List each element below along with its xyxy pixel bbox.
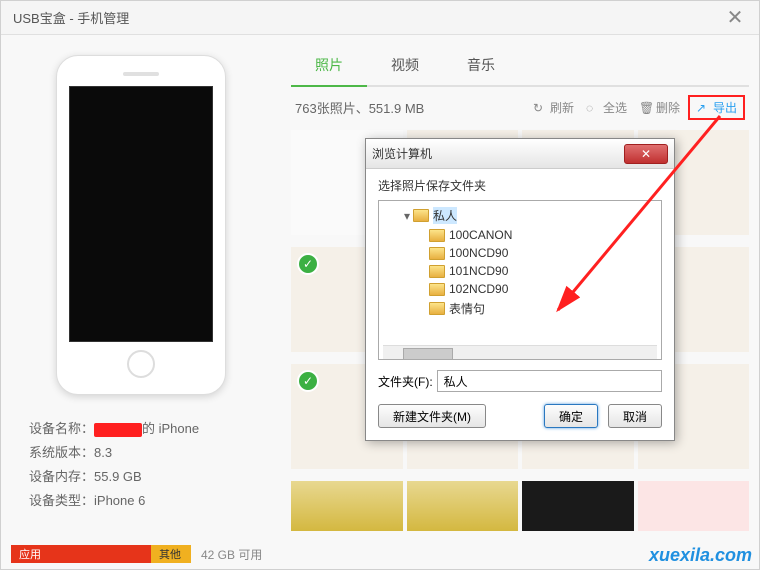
tree-hscroll[interactable] — [383, 345, 657, 360]
ok-button[interactable]: 确定 — [544, 404, 598, 428]
photo-thumb[interactable] — [291, 481, 403, 531]
tree-item[interactable]: 102NCD90 — [383, 280, 657, 298]
browse-dialog: 浏览计算机 ✕ 选择照片保存文件夹 ▾私人 100CANON 100NCD90 … — [365, 138, 675, 441]
phone-image — [56, 55, 226, 395]
folder-icon — [429, 302, 445, 315]
folder-input[interactable] — [437, 370, 662, 392]
check-icon: ✓ — [297, 253, 319, 275]
export-button[interactable]: ↗导出 — [688, 95, 745, 120]
folder-icon — [429, 265, 445, 278]
folder-tree: ▾私人 100CANON 100NCD90 101NCD90 102NCD90 … — [378, 200, 662, 360]
watermark: xuexila.com — [649, 545, 752, 566]
cancel-button[interactable]: 取消 — [608, 404, 662, 428]
select-all-button[interactable]: ◌全选 — [582, 97, 631, 118]
dialog-close-button[interactable]: ✕ — [624, 144, 668, 164]
tree-item[interactable]: 101NCD90 — [383, 262, 657, 280]
tree-item[interactable]: 100NCD90 — [383, 244, 657, 262]
device-os-row: 系统版本：8.3 — [29, 441, 253, 465]
toolbar: 763张照片、551.9 MB ↻刷新 ◌全选 🗑删除 ↗导出 — [291, 87, 749, 128]
dialog-subtitle: 选择照片保存文件夹 — [378, 177, 662, 194]
tab-videos[interactable]: 视频 — [367, 45, 443, 85]
dialog-titlebar[interactable]: 浏览计算机 ✕ — [366, 139, 674, 169]
window-title: USB宝盒 - 手机管理 — [13, 8, 723, 27]
photo-thumb[interactable] — [638, 481, 750, 531]
storage-other: 其他 — [151, 545, 191, 563]
device-type-row: 设备类型：iPhone 6 — [29, 489, 253, 513]
tree-item[interactable]: 100CANON — [383, 226, 657, 244]
tree-item[interactable]: 表情句 — [383, 298, 657, 319]
folder-icon — [429, 229, 445, 242]
export-icon: ↗ — [696, 101, 710, 115]
tab-music[interactable]: 音乐 — [443, 45, 519, 85]
folder-icon — [413, 209, 429, 222]
tree-item-root[interactable]: ▾私人 — [383, 205, 657, 226]
tab-photos[interactable]: 照片 — [291, 45, 367, 85]
close-icon[interactable]: ✕ — [723, 5, 747, 30]
storage-free: 42 GB 可用 — [191, 546, 262, 563]
folder-label: 文件夹(F): — [378, 373, 433, 390]
new-folder-button[interactable]: 新建文件夹(M) — [378, 404, 486, 428]
dialog-title: 浏览计算机 — [372, 145, 624, 162]
refresh-button[interactable]: ↻刷新 — [529, 97, 578, 118]
redacted-name — [94, 423, 142, 437]
folder-icon — [429, 247, 445, 260]
photo-thumb[interactable] — [522, 481, 634, 531]
refresh-icon: ↻ — [533, 101, 547, 115]
folder-icon — [429, 283, 445, 296]
check-icon: ✓ — [297, 370, 319, 392]
collapse-icon[interactable]: ▾ — [401, 209, 413, 223]
titlebar: USB宝盒 - 手机管理 ✕ — [1, 1, 759, 35]
photo-thumb[interactable] — [407, 481, 519, 531]
trash-icon: 🗑 — [639, 101, 653, 115]
device-panel: 设备名称：的 iPhone 系统版本：8.3 设备内存：55.9 GB 设备类型… — [1, 35, 281, 539]
delete-button[interactable]: 🗑删除 — [635, 97, 684, 118]
photo-summary: 763张照片、551.9 MB — [295, 98, 525, 117]
select-all-icon: ◌ — [586, 101, 600, 115]
device-storage-row: 设备内存：55.9 GB — [29, 465, 253, 489]
tab-bar: 照片 视频 音乐 — [291, 45, 749, 87]
device-name-row: 设备名称：的 iPhone — [29, 417, 253, 441]
storage-app: 应用 — [11, 545, 151, 563]
storage-bar: 应用 其他 42 GB 可用 — [11, 543, 749, 565]
